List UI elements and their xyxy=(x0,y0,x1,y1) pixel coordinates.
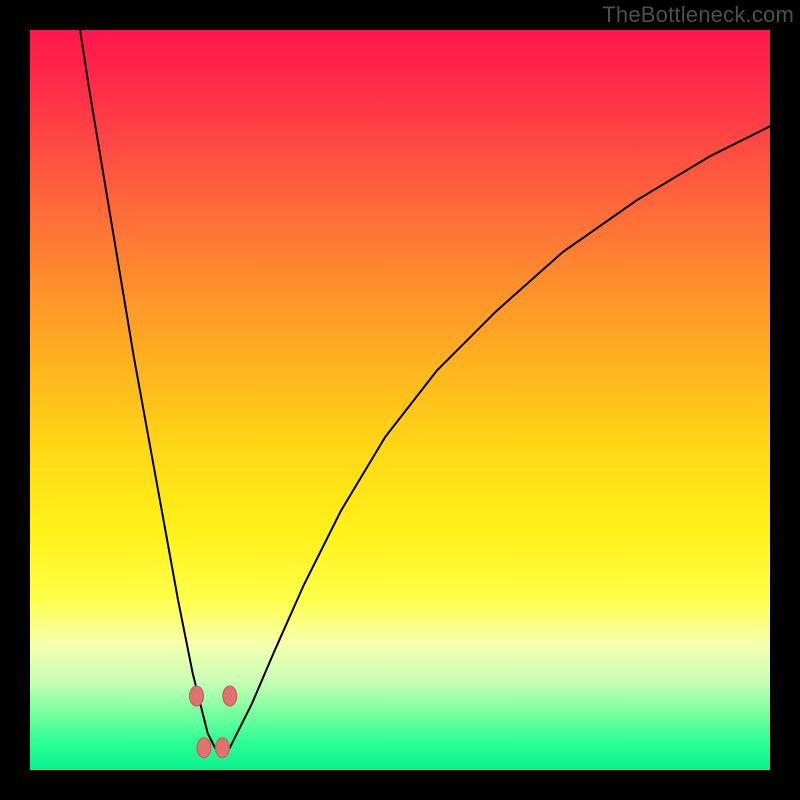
chart-curve-layer xyxy=(30,30,770,770)
chart-marker xyxy=(223,686,237,706)
chart-v-curve xyxy=(74,30,770,755)
chart-markers xyxy=(190,686,237,758)
chart-marker xyxy=(215,738,229,758)
chart-marker xyxy=(197,738,211,758)
watermark-text: TheBottleneck.com xyxy=(602,2,794,28)
chart-marker xyxy=(190,686,204,706)
chart-area xyxy=(30,30,770,770)
